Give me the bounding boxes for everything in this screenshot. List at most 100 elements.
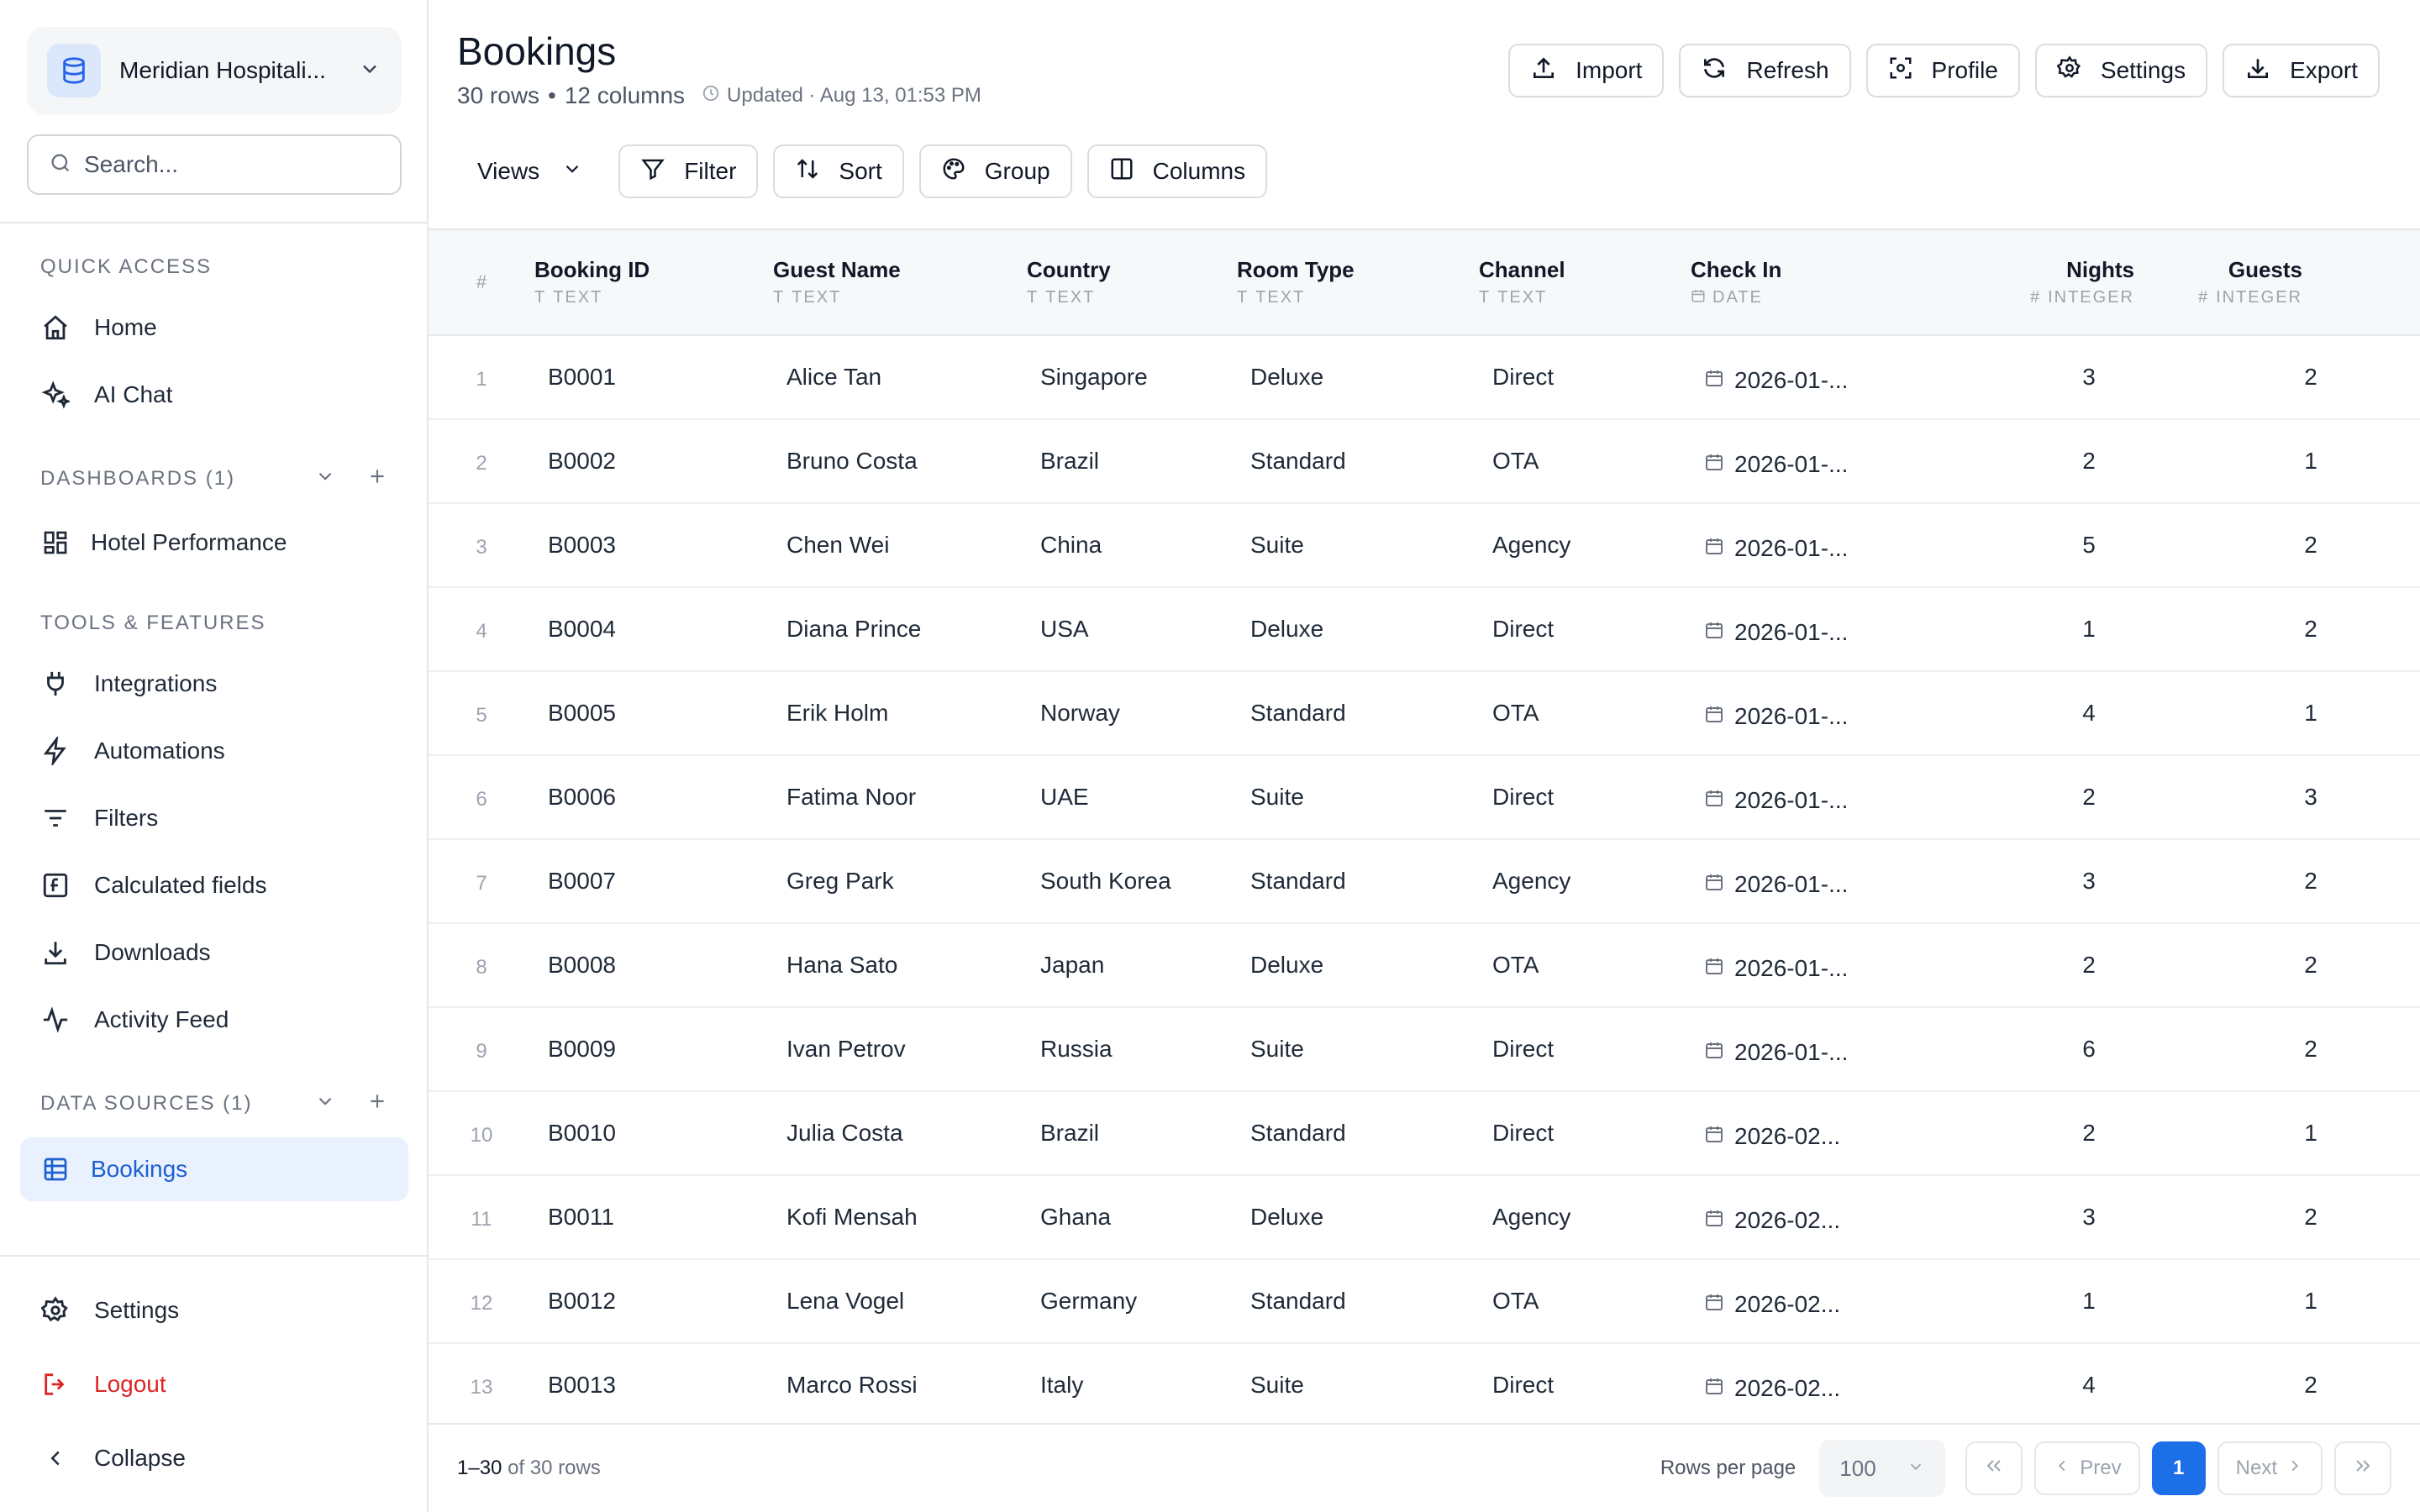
cell-check-in[interactable]: 2026-02... (1691, 1091, 1968, 1175)
cell-booking-id[interactable]: B0001 (534, 335, 773, 419)
cell-check-in[interactable]: 2026-02... (1691, 1259, 1968, 1343)
cell-booking-id[interactable]: B0003 (534, 503, 773, 587)
cell-check-in[interactable]: 2026-01-... (1691, 839, 1968, 923)
cell-nights[interactable]: 1 (1968, 1259, 2193, 1343)
cell-guest-name[interactable]: Chen Wei (773, 503, 1027, 587)
table-row[interactable]: 1 B0001 Alice Tan Singapore Deluxe Direct 2026… (429, 335, 2420, 419)
table-row[interactable]: 5 B0005 Erik Holm Norway Standard OTA 2026-01-… (429, 671, 2420, 755)
column-header-room-type[interactable]: Room Type T TEXT (1237, 229, 1479, 335)
sidebar-item-integrations[interactable]: Integrations (20, 652, 408, 716)
cell-room-type[interactable]: Standard (1237, 419, 1479, 503)
cell-check-in[interactable]: 2026-01-... (1691, 1007, 1968, 1091)
cell-channel[interactable]: Direct (1479, 587, 1691, 671)
cell-booking-id[interactable]: B0011 (534, 1175, 773, 1259)
table-row[interactable]: 11 B0011 Kofi Mensah Ghana Deluxe Agency 2026-… (429, 1175, 2420, 1259)
cell-nights[interactable]: 3 (1968, 335, 2193, 419)
cell-booking-id[interactable]: B0004 (534, 587, 773, 671)
cell-room-type[interactable]: Suite (1237, 1007, 1479, 1091)
import-button[interactable]: Import (1508, 44, 1665, 97)
prev-page-button[interactable]: Prev (2034, 1441, 2140, 1495)
cell-room-type[interactable]: Standard (1237, 1091, 1479, 1175)
cell-nights[interactable]: 3 (1968, 1175, 2193, 1259)
cell-guest-name[interactable]: Ivan Petrov (773, 1007, 1027, 1091)
sidebar-collapse-button[interactable]: Collapse (20, 1426, 408, 1490)
sidebar-item-filters[interactable]: Filters (20, 786, 408, 850)
sidebar-item-hotel-performance[interactable]: Hotel Performance (20, 511, 408, 575)
views-dropdown[interactable]: Views (457, 144, 604, 198)
cell-guest-name[interactable]: Fatima Noor (773, 755, 1027, 839)
column-header-check-in[interactable]: Check In DATE (1691, 229, 1968, 335)
cell-guests[interactable]: 2 (2193, 1175, 2420, 1259)
cell-channel[interactable]: OTA (1479, 1259, 1691, 1343)
cell-booking-id[interactable]: B0013 (534, 1343, 773, 1423)
cell-country[interactable]: UAE (1027, 755, 1237, 839)
cell-country[interactable]: Brazil (1027, 1091, 1237, 1175)
cell-guests[interactable]: 1 (2193, 671, 2420, 755)
cell-guests[interactable]: 1 (2193, 419, 2420, 503)
cell-channel[interactable]: Agency (1479, 839, 1691, 923)
cell-guest-name[interactable]: Erik Holm (773, 671, 1027, 755)
cell-room-type[interactable]: Standard (1237, 671, 1479, 755)
table-row[interactable]: 9 B0009 Ivan Petrov Russia Suite Direct 2026-0… (429, 1007, 2420, 1091)
cell-country[interactable]: South Korea (1027, 839, 1237, 923)
column-header-guests[interactable]: Guests # INTEGER (2193, 229, 2420, 335)
cell-guest-name[interactable]: Greg Park (773, 839, 1027, 923)
cell-channel[interactable]: Direct (1479, 335, 1691, 419)
cell-country[interactable]: Japan (1027, 923, 1237, 1007)
cell-guest-name[interactable]: Diana Prince (773, 587, 1027, 671)
first-page-button[interactable] (1965, 1441, 2023, 1495)
cell-country[interactable]: Germany (1027, 1259, 1237, 1343)
refresh-button[interactable]: Refresh (1679, 44, 1851, 97)
sidebar-item-ai-chat[interactable]: AI Chat (20, 363, 408, 427)
group-button[interactable]: Group (918, 144, 1072, 198)
filter-button[interactable]: Filter (618, 144, 759, 198)
cell-channel[interactable]: Agency (1479, 1175, 1691, 1259)
sidebar-item-logout[interactable]: Logout (20, 1352, 408, 1416)
cell-room-type[interactable]: Deluxe (1237, 587, 1479, 671)
column-header-guest-name[interactable]: Guest Name T TEXT (773, 229, 1027, 335)
cell-channel[interactable]: Direct (1479, 1343, 1691, 1423)
cell-room-type[interactable]: Deluxe (1237, 335, 1479, 419)
cell-check-in[interactable]: 2026-01-... (1691, 923, 1968, 1007)
table-row[interactable]: 4 B0004 Diana Prince USA Deluxe Direct 2026-01… (429, 587, 2420, 671)
workspace-switcher[interactable]: Meridian Hospitali... (27, 27, 402, 114)
cell-guests[interactable]: 2 (2193, 1007, 2420, 1091)
cell-check-in[interactable]: 2026-02... (1691, 1343, 1968, 1423)
page-1-button[interactable]: 1 (2151, 1441, 2206, 1495)
cell-nights[interactable]: 3 (1968, 839, 2193, 923)
cell-channel[interactable]: OTA (1479, 923, 1691, 1007)
table-row[interactable]: 2 B0002 Bruno Costa Brazil Standard OTA 2026-0… (429, 419, 2420, 503)
table-row[interactable]: 7 B0007 Greg Park South Korea Standard Agency… (429, 839, 2420, 923)
cell-check-in[interactable]: 2026-01-... (1691, 419, 1968, 503)
sidebar-item-bookings[interactable]: Bookings (20, 1137, 408, 1201)
column-header-nights[interactable]: Nights # INTEGER (1968, 229, 2193, 335)
sidebar-item-downloads[interactable]: Downloads (20, 921, 408, 984)
cell-check-in[interactable]: 2026-01-... (1691, 671, 1968, 755)
table-row[interactable]: 10 B0010 Julia Costa Brazil Standard Direct 20… (429, 1091, 2420, 1175)
chevron-down-icon[interactable] (314, 465, 336, 491)
cell-nights[interactable]: 4 (1968, 1343, 2193, 1423)
sort-button[interactable]: Sort (773, 144, 904, 198)
cell-nights[interactable]: 5 (1968, 503, 2193, 587)
rows-per-page-select[interactable]: 100 (1819, 1440, 1946, 1497)
cell-room-type[interactable]: Standard (1237, 1259, 1479, 1343)
cell-booking-id[interactable]: B0009 (534, 1007, 773, 1091)
cell-booking-id[interactable]: B0006 (534, 755, 773, 839)
cell-check-in[interactable]: 2026-02... (1691, 1175, 1968, 1259)
cell-booking-id[interactable]: B0002 (534, 419, 773, 503)
cell-channel[interactable]: OTA (1479, 671, 1691, 755)
cell-check-in[interactable]: 2026-01-... (1691, 587, 1968, 671)
cell-guest-name[interactable]: Bruno Costa (773, 419, 1027, 503)
cell-channel[interactable]: OTA (1479, 419, 1691, 503)
cell-room-type[interactable]: Deluxe (1237, 1175, 1479, 1259)
cell-nights[interactable]: 2 (1968, 755, 2193, 839)
cell-nights[interactable]: 2 (1968, 1091, 2193, 1175)
cell-guest-name[interactable]: Hana Sato (773, 923, 1027, 1007)
cell-country[interactable]: Singapore (1027, 335, 1237, 419)
cell-country[interactable]: USA (1027, 587, 1237, 671)
column-header-country[interactable]: Country T TEXT (1027, 229, 1237, 335)
cell-guest-name[interactable]: Kofi Mensah (773, 1175, 1027, 1259)
cell-guests[interactable]: 3 (2193, 755, 2420, 839)
cell-channel[interactable]: Direct (1479, 1091, 1691, 1175)
cell-country[interactable]: Norway (1027, 671, 1237, 755)
